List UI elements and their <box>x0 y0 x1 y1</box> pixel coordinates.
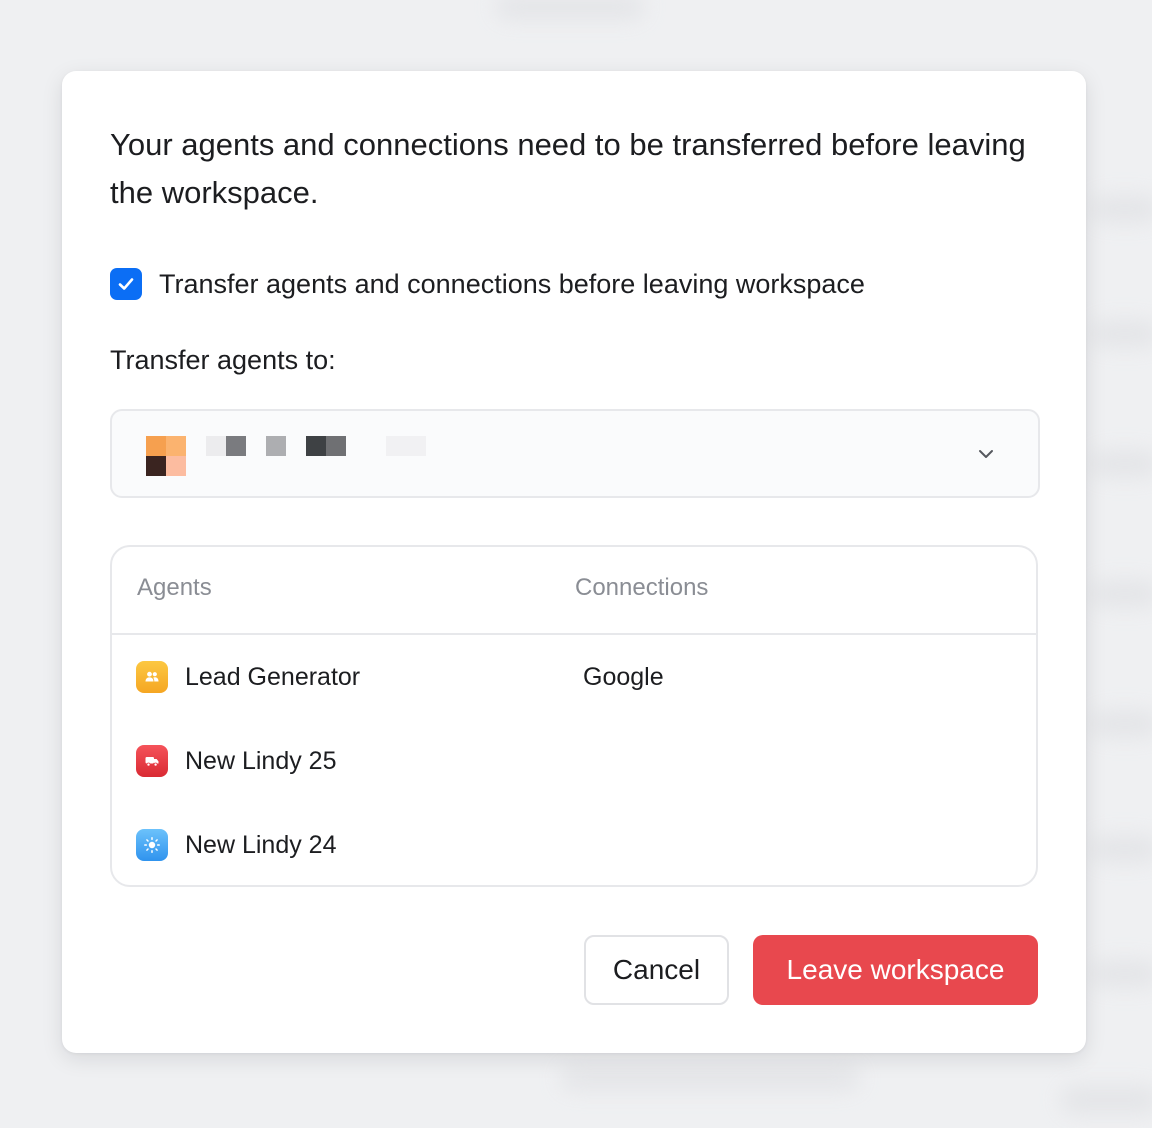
sun-icon <box>136 829 168 861</box>
table-row: Lead Generator Google <box>112 635 1036 719</box>
leave-workspace-button[interactable]: Leave workspace <box>753 935 1038 1005</box>
table-row: New Lindy 24 <box>112 803 1036 885</box>
transfer-checkbox-row[interactable]: Transfer agents and connections before l… <box>110 268 865 300</box>
truck-icon <box>136 745 168 777</box>
checkmark-icon <box>118 278 134 290</box>
dialog-heading: Your agents and connections need to be t… <box>110 127 1026 210</box>
table-row: New Lindy 25 <box>112 719 1036 803</box>
transfer-checkbox[interactable] <box>110 268 142 300</box>
transfer-target-select[interactable] <box>110 409 1040 498</box>
table-header: Agents Connections <box>112 547 1036 635</box>
cancel-button[interactable]: Cancel <box>584 935 729 1005</box>
transfer-to-label: Transfer agents to: <box>110 345 336 375</box>
chevron-down-icon <box>979 450 993 458</box>
users-icon <box>136 661 168 693</box>
transfer-checkbox-label: Transfer agents and connections before l… <box>159 268 865 299</box>
agent-name: Lead Generator <box>185 663 361 691</box>
leave-workspace-dialog: Your agents and connections need to be t… <box>62 71 1086 1053</box>
connections-column-header: Connections <box>575 574 709 601</box>
agents-column-header: Agents <box>137 574 212 601</box>
connection-name: Google <box>583 663 664 691</box>
agent-name: New Lindy 25 <box>185 747 337 775</box>
agent-name: New Lindy 24 <box>185 831 337 859</box>
transfer-table: Agents Connections Lead Generator Google <box>110 545 1038 887</box>
